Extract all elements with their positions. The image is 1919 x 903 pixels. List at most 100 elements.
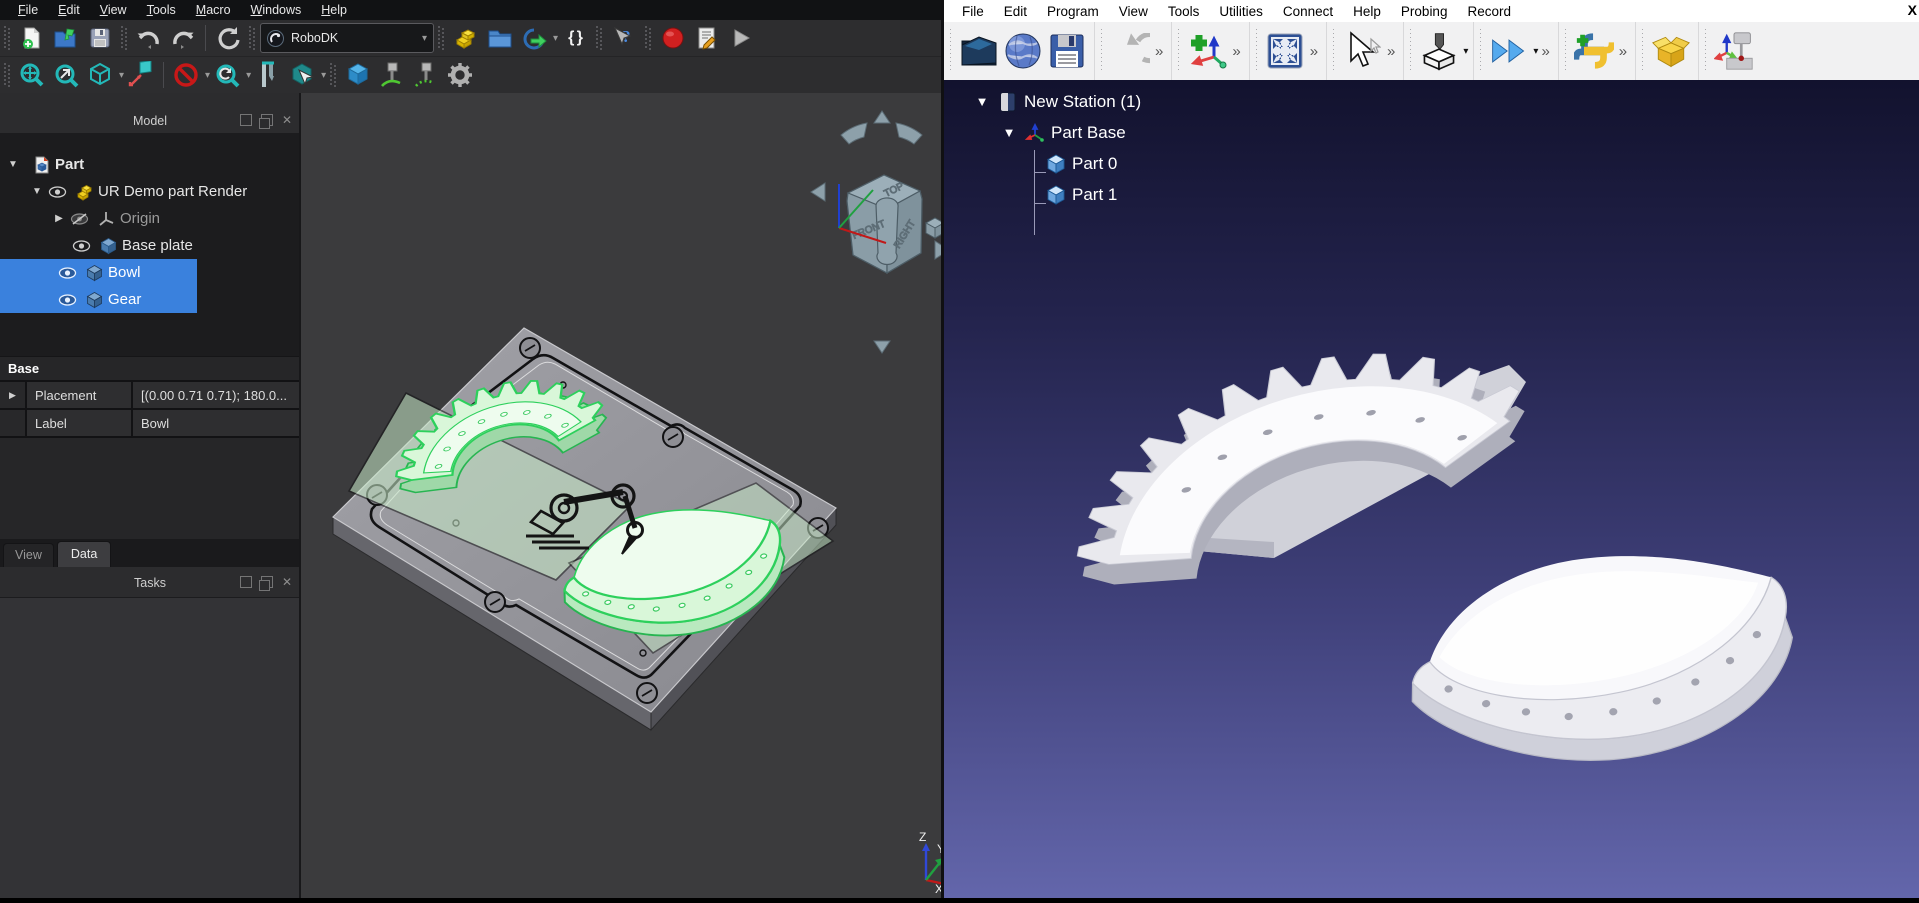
rdk-menu-record[interactable]: Record — [1457, 2, 1521, 21]
toolbar-grip[interactable] — [1703, 29, 1708, 73]
new-file-button[interactable] — [17, 23, 47, 53]
property-value[interactable]: [(0.00 0.71 0.71); 180.0... — [133, 382, 300, 408]
toolbar-grip[interactable] — [1640, 29, 1645, 73]
rdk-menu-probing[interactable]: Probing — [1391, 2, 1458, 21]
point-follow-button[interactable] — [411, 60, 441, 90]
chevron-down-icon[interactable]: ▾ — [553, 33, 558, 44]
run-macro-button[interactable] — [726, 23, 756, 53]
tree-item-part-base[interactable]: ▼ Part Base — [944, 117, 1141, 148]
expander-open-icon[interactable]: ▼ — [30, 186, 44, 197]
define-tcp-button[interactable] — [1714, 31, 1754, 71]
toolbar-grip[interactable] — [330, 63, 337, 87]
whats-this-button[interactable]: ? — [609, 23, 639, 53]
eye-icon[interactable] — [58, 291, 77, 309]
model-panel-titlebar[interactable]: Model ✕ — [0, 109, 300, 133]
tasks-panel-titlebar[interactable]: Tasks ✕ — [0, 571, 300, 595]
disable-collision-button[interactable] — [171, 60, 201, 90]
tree-item-part1[interactable]: Part 1 — [944, 179, 1141, 210]
panel-float-icon[interactable] — [261, 576, 273, 588]
navigation-cube[interactable]: TOP FRONT RIGHT — [811, 111, 942, 353]
curve-follow-button[interactable] — [377, 60, 407, 90]
tree-item-gear-selected[interactable]: Gear — [0, 286, 197, 313]
rdk-menu-tools[interactable]: Tools — [1158, 2, 1210, 21]
tree-item-part[interactable]: ▼ Part — [0, 151, 300, 178]
tree-item-bowl-selected[interactable]: Bowl — [0, 259, 197, 286]
overflow-chevron-icon[interactable]: » — [1232, 43, 1240, 60]
overflow-chevron-icon[interactable]: » — [1541, 43, 1549, 60]
fc-menu-edit[interactable]: Edit — [48, 1, 90, 19]
toolbar-grip[interactable] — [1099, 29, 1104, 73]
settings-button[interactable] — [445, 60, 475, 90]
rdk-menu-edit[interactable]: Edit — [994, 2, 1037, 21]
tree-item-baseplate[interactable]: Base plate — [0, 232, 300, 259]
toolbar-grip[interactable] — [4, 26, 11, 50]
fc-menu-view[interactable]: View — [90, 1, 137, 19]
chevron-down-icon[interactable]: ▾ — [205, 70, 210, 81]
expander-closed-icon[interactable]: ▶ — [0, 382, 27, 408]
rdk-menu-view[interactable]: View — [1109, 2, 1158, 21]
save-button[interactable] — [85, 23, 115, 53]
chevron-down-icon[interactable]: ▾ — [246, 70, 251, 81]
tree-item-group[interactable]: ▼ UR Demo part Render — [0, 178, 300, 205]
save-station-button[interactable] — [1047, 31, 1087, 71]
eye-icon[interactable] — [72, 237, 91, 255]
eye-icon[interactable] — [48, 183, 67, 201]
auto-update-button[interactable] — [212, 60, 242, 90]
open-file-button[interactable] — [51, 23, 81, 53]
overflow-chevron-icon[interactable]: » — [1619, 43, 1627, 60]
toolbar-grip[interactable] — [1408, 29, 1413, 73]
rdk-menu-file[interactable]: File — [952, 2, 994, 21]
panel-close-icon[interactable]: ✕ — [282, 115, 292, 125]
dropdown-icon[interactable]: ▾ — [1533, 46, 1538, 57]
panel-restore-icon[interactable] — [240, 576, 252, 588]
chevron-down-icon[interactable]: ▾ — [119, 70, 124, 81]
select-cursor-button[interactable] — [1342, 31, 1382, 71]
toolbar-grip[interactable] — [1478, 29, 1483, 73]
eye-icon[interactable] — [58, 264, 77, 282]
fit-view-button[interactable] — [1265, 31, 1305, 71]
rdk-menu-connect[interactable]: Connect — [1273, 2, 1343, 21]
property-value[interactable]: Bowl — [133, 410, 300, 436]
machining-button[interactable] — [1419, 31, 1459, 71]
record-macro-button[interactable] — [658, 23, 688, 53]
part-1-model[interactable] — [1393, 525, 1808, 793]
overflow-chevron-icon[interactable]: » — [1155, 43, 1163, 60]
fc-menu-macro[interactable]: Macro — [186, 1, 241, 19]
toolbar-grip[interactable] — [645, 26, 652, 50]
expander-open-icon[interactable]: ▼ — [972, 94, 992, 109]
property-row-label[interactable]: Label Bowl — [0, 410, 300, 438]
fc-menu-file[interactable]: File — [8, 1, 48, 19]
part-0-model[interactable] — [1044, 310, 1545, 607]
toolbar-grip[interactable] — [596, 26, 603, 50]
overflow-chevron-icon[interactable]: » — [1387, 43, 1395, 60]
rdk-menu-utilities[interactable]: Utilities — [1209, 2, 1273, 21]
toolbar-grip[interactable] — [1176, 29, 1181, 73]
tree-item-origin[interactable]: ▶ Origin — [0, 205, 300, 232]
fc-menu-windows[interactable]: Windows — [241, 1, 312, 19]
export-button[interactable] — [519, 23, 549, 53]
property-row-placement[interactable]: ▶ Placement [(0.00 0.71 0.71); 180.0... — [0, 382, 300, 410]
close-button[interactable]: X — [1908, 2, 1917, 18]
navcube-up-arrow[interactable] — [874, 111, 890, 123]
refresh-button[interactable] — [213, 23, 243, 53]
tree-item-station[interactable]: ▼ New Station (1) — [944, 86, 1141, 117]
measure-button[interactable] — [253, 60, 283, 90]
toolbar-grip[interactable] — [4, 63, 11, 87]
chevron-down-icon[interactable]: ▾ — [321, 70, 326, 81]
toolbar-grip[interactable] — [1254, 29, 1259, 73]
navcube-rotate-ccw-arrow[interactable] — [841, 123, 867, 144]
parts-library-button[interactable] — [451, 23, 481, 53]
fc-menu-help[interactable]: Help — [311, 1, 357, 19]
panel-restore-icon[interactable] — [240, 114, 252, 126]
expander-closed-icon[interactable]: ▶ — [52, 213, 66, 224]
toolbar-grip[interactable] — [948, 29, 953, 73]
library-button[interactable] — [1003, 31, 1043, 71]
zoom-selection-button[interactable] — [51, 60, 81, 90]
toolbar-grip[interactable] — [1563, 29, 1568, 73]
expander-open-icon[interactable]: ▼ — [999, 125, 1019, 140]
redo-button[interactable] — [168, 23, 198, 53]
undo-button[interactable] — [1110, 31, 1150, 71]
select-object-button[interactable] — [287, 60, 317, 90]
expander-open-icon[interactable]: ▼ — [6, 159, 20, 170]
solid-view-button[interactable] — [343, 60, 373, 90]
